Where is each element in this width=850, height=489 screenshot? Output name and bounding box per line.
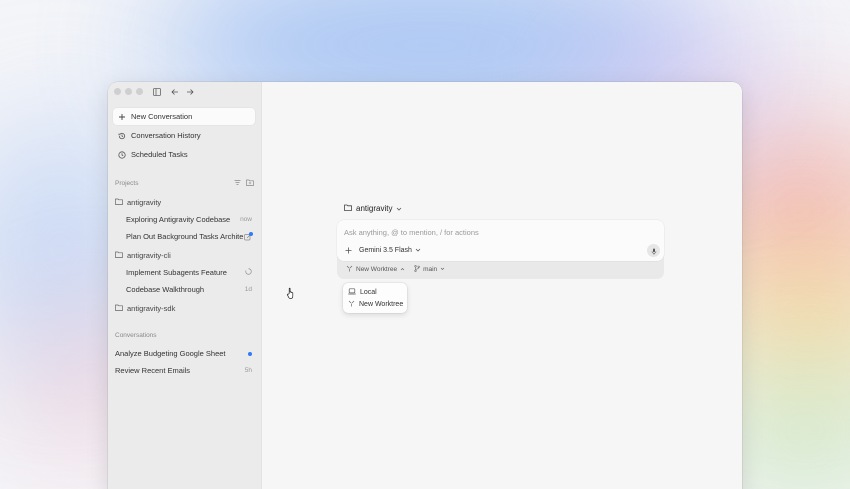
project-item-antigravity-sdk[interactable]: antigravity-sdk xyxy=(108,300,261,317)
chevron-down-icon xyxy=(415,247,421,254)
conversation-title: Codebase Walkthrough xyxy=(126,285,205,294)
git-branch-icon xyxy=(414,265,420,274)
conversation-title: Plan Out Background Tasks Archite... xyxy=(126,232,244,241)
projects-section-header: Projects xyxy=(115,177,261,189)
conversation-item[interactable]: Codebase Walkthrough 1d xyxy=(108,281,261,298)
section-title: Conversations xyxy=(115,331,157,339)
plus-icon xyxy=(117,112,126,121)
clock-icon xyxy=(117,150,126,159)
filter-icon[interactable] xyxy=(234,179,241,188)
project-selector[interactable]: antigravity xyxy=(344,204,402,213)
folder-icon xyxy=(115,198,123,207)
conversation-title: Analyze Budgeting Google Sheet xyxy=(115,349,226,358)
hand-cursor-icon xyxy=(286,287,294,299)
composer-options: New Worktree main xyxy=(346,265,445,274)
app-window: New Conversation Conversation History Sc… xyxy=(108,82,742,489)
composer-input-area: Ask anything, @ to mention, / for action… xyxy=(337,220,664,261)
scheduled-tasks-button[interactable]: Scheduled Tasks xyxy=(113,146,255,163)
history-icon xyxy=(117,131,126,140)
worktree-icon xyxy=(346,265,353,274)
conversation-time: 1d xyxy=(244,286,252,293)
conversation-item[interactable]: Implement Subagents Feature xyxy=(108,264,261,281)
project-name: antigravity xyxy=(127,198,162,207)
section-title: Projects xyxy=(115,179,139,187)
conversation-item[interactable]: Review Recent Emails 5h xyxy=(108,362,261,379)
sidebar-nav: New Conversation Conversation History Sc… xyxy=(108,108,261,163)
new-folder-icon[interactable] xyxy=(246,179,254,188)
model-label: Gemini 3.5 Flash xyxy=(359,247,412,254)
prompt-input[interactable]: Ask anything, @ to mention, / for action… xyxy=(344,228,634,237)
microphone-button[interactable] xyxy=(647,244,660,257)
laptop-icon xyxy=(348,287,356,297)
project-item-antigravity[interactable]: antigravity xyxy=(108,194,261,211)
nav-label: New Conversation xyxy=(131,112,193,121)
forward-arrow-icon[interactable] xyxy=(186,88,194,96)
project-selector-label: antigravity xyxy=(356,204,393,213)
microphone-icon xyxy=(651,242,657,260)
chevron-up-icon xyxy=(400,266,405,273)
conversation-item[interactable]: Exploring Antigravity Codebase now xyxy=(108,211,261,228)
edit-notification-icon xyxy=(244,231,253,241)
folder-icon xyxy=(115,304,123,313)
menu-item-new-worktree[interactable]: New Worktree xyxy=(343,298,407,310)
worktree-icon xyxy=(348,300,355,309)
menu-item-local[interactable]: Local xyxy=(343,286,407,298)
unread-dot xyxy=(248,351,252,356)
nav-label: Scheduled Tasks xyxy=(131,150,188,159)
projects-list: antigravity Exploring Antigravity Codeba… xyxy=(108,194,261,317)
conversations-list: Analyze Budgeting Google Sheet Review Re… xyxy=(108,345,261,379)
conversation-history-button[interactable]: Conversation History xyxy=(113,127,255,144)
loading-spinner-icon xyxy=(245,268,252,277)
branch-selector[interactable]: main xyxy=(414,265,445,274)
conversation-time: now xyxy=(240,216,252,223)
folder-icon xyxy=(344,204,352,213)
conversation-title: Exploring Antigravity Codebase xyxy=(126,215,231,224)
conversation-item[interactable]: Analyze Budgeting Google Sheet xyxy=(108,345,261,362)
worktree-label: New Worktree xyxy=(356,266,398,273)
project-name: antigravity-cli xyxy=(127,251,171,260)
menu-item-label: New Worktree xyxy=(359,300,404,308)
folder-icon xyxy=(115,251,123,260)
new-conversation-button[interactable]: New Conversation xyxy=(113,108,255,125)
conversation-title: Review Recent Emails xyxy=(115,366,191,375)
conversation-title: Implement Subagents Feature xyxy=(126,268,227,277)
worktree-selector[interactable]: New Worktree xyxy=(346,265,405,274)
close-window-button[interactable] xyxy=(114,88,121,95)
conversation-time: 5h xyxy=(244,367,252,374)
project-name: antigravity-sdk xyxy=(127,304,176,313)
model-selector[interactable]: Gemini 3.5 Flash xyxy=(359,247,421,254)
back-arrow-icon[interactable] xyxy=(171,88,179,96)
branch-label: main xyxy=(423,266,438,273)
chevron-down-icon xyxy=(396,204,402,213)
sidebar: New Conversation Conversation History Sc… xyxy=(108,82,262,489)
project-item-antigravity-cli[interactable]: antigravity-cli xyxy=(108,247,261,264)
nav-label: Conversation History xyxy=(131,131,201,140)
conversation-item[interactable]: Plan Out Background Tasks Archite... xyxy=(108,228,261,245)
worktree-dropdown-menu: Local New Worktree xyxy=(343,283,407,313)
composer: Ask anything, @ to mention, / for action… xyxy=(337,220,664,279)
add-attachment-button[interactable] xyxy=(345,246,352,256)
main-panel: antigravity Ask anything, @ to mention, … xyxy=(262,82,742,489)
titlebar xyxy=(108,82,261,101)
minimize-window-button[interactable] xyxy=(125,88,132,95)
conversations-section-header: Conversations xyxy=(115,329,261,341)
chevron-down-icon xyxy=(440,266,445,273)
menu-item-label: Local xyxy=(360,288,377,296)
prompt-placeholder: Ask anything, @ to mention, / for action… xyxy=(344,228,479,237)
zoom-window-button[interactable] xyxy=(136,88,143,95)
sidebar-toggle-icon[interactable] xyxy=(153,87,161,96)
